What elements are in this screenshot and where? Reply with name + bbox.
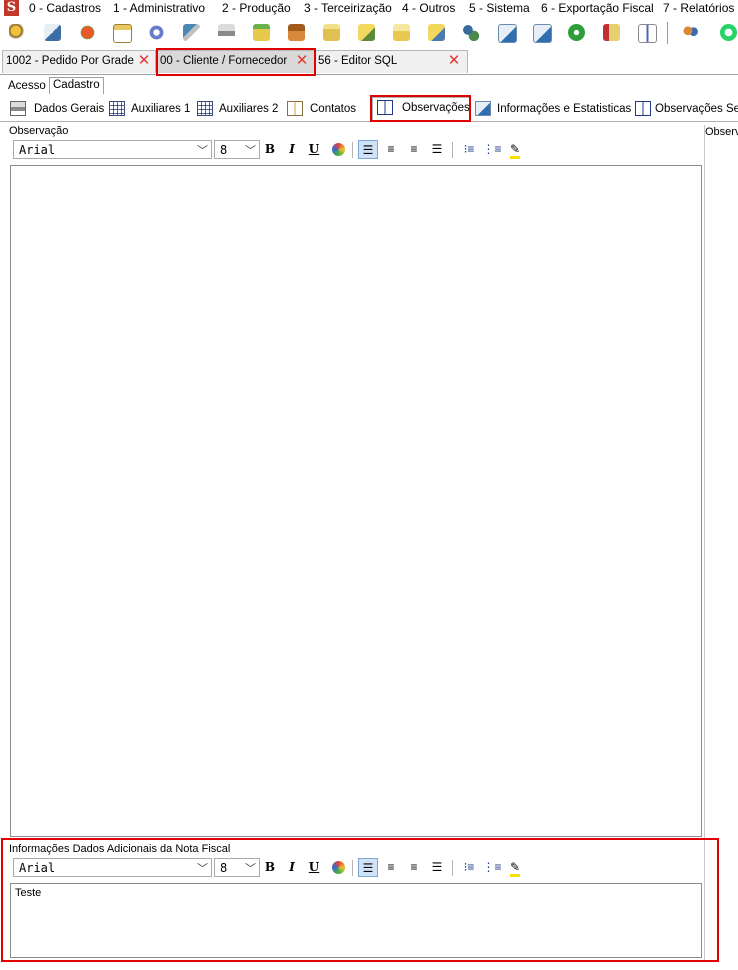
subtab-label: Auxiliares 1 xyxy=(131,103,191,115)
subtab-informacoes-estatisticas[interactable]: Informações e Estatisticas xyxy=(471,99,631,119)
highlight-box-nota-fiscal xyxy=(1,838,719,962)
search-icon[interactable] xyxy=(9,24,26,41)
book-open-icon xyxy=(287,101,303,116)
report-icon[interactable] xyxy=(603,24,620,41)
highlight-box-active-tab xyxy=(156,48,316,76)
subtab-observacoes-servico[interactable]: Observações Ser xyxy=(631,99,738,119)
book-icon xyxy=(635,101,651,116)
gear-icon[interactable] xyxy=(148,24,165,41)
subtab-dados-gerais[interactable]: Dados Gerais xyxy=(6,99,104,119)
sub-tabs: Dados Gerais Auxiliares 1 Auxiliares 2 C… xyxy=(0,97,738,122)
folder-edit-icon[interactable] xyxy=(358,24,375,41)
observacao-format-toolbar: Arial ﹀ 8 ﹀ B I U ☰ ≡ ≡ ☰ ⁝≡ ⋮≡ ✎ xyxy=(10,139,702,161)
font-size-value: 8 xyxy=(220,143,228,157)
box-icon[interactable] xyxy=(288,24,305,41)
subtab-label: Contatos xyxy=(310,103,357,115)
users-icon[interactable] xyxy=(462,24,479,41)
right-column-label: Observ xyxy=(705,126,738,138)
check-circle-icon[interactable] xyxy=(568,24,585,41)
grid-icon xyxy=(109,101,125,116)
subtab-label: Informações e Estatisticas xyxy=(497,103,632,115)
calendar-icon[interactable] xyxy=(113,24,132,43)
doc-tab-pedido-por-grade[interactable]: 1002 - Pedido Por Grade ✕ xyxy=(2,50,156,73)
chevron-down-icon: ﹀ xyxy=(245,145,256,157)
bullet-list-icon: ⁝≡ xyxy=(463,142,475,156)
bullet-list-button[interactable]: ⁝≡ xyxy=(459,140,479,159)
subtab-label: Auxiliares 2 xyxy=(219,103,279,115)
align-center-icon: ≡ xyxy=(387,142,395,156)
subtab-contatos[interactable]: Contatos xyxy=(283,99,367,119)
align-left-icon: ☰ xyxy=(362,143,374,157)
close-icon[interactable]: ✕ xyxy=(137,53,151,68)
menu-item-cadastros[interactable]: 0 - Cadastros xyxy=(29,1,101,15)
observacao-label: Observação xyxy=(9,125,69,137)
app-logo: S xyxy=(4,0,19,16)
tab-acesso[interactable]: Acesso xyxy=(8,80,46,92)
menu-item-administrativo[interactable]: 1 - Administrativo xyxy=(113,1,205,15)
menu-item-exportacao-fiscal[interactable]: 6 - Exportação Fiscal xyxy=(541,1,654,15)
font-color-button[interactable] xyxy=(328,140,348,159)
edit-icon[interactable] xyxy=(44,24,61,41)
document-edit-icon[interactable] xyxy=(498,24,517,43)
palette-icon xyxy=(331,143,345,156)
font-family-value: Arial xyxy=(19,143,56,157)
book-icon[interactable] xyxy=(638,24,657,43)
fruit-icon[interactable] xyxy=(79,24,96,41)
menu-item-relatorios[interactable]: 7 - Relatórios E xyxy=(663,1,738,15)
bold-button[interactable]: B xyxy=(260,140,280,159)
highlighter-icon: ✎ xyxy=(509,142,521,159)
doc-tab-label: 56 - Editor SQL xyxy=(318,55,398,67)
people-icon[interactable] xyxy=(682,24,699,41)
highlight-button[interactable]: ✎ xyxy=(505,140,525,159)
printer-icon xyxy=(10,101,26,116)
right-column-divider xyxy=(704,125,705,960)
document-tabs: 1002 - Pedido Por Grade ✕ 00 - Cliente /… xyxy=(0,50,738,75)
align-left-button[interactable]: ☰ xyxy=(358,140,378,159)
folder-open-icon[interactable] xyxy=(393,24,410,41)
numbered-list-button[interactable]: ⋮≡ xyxy=(482,140,502,159)
observacao-editor[interactable] xyxy=(10,165,702,837)
grid-icon xyxy=(197,101,213,116)
chevron-down-icon: ﹀ xyxy=(197,145,208,157)
toolbar-separator xyxy=(452,142,453,158)
font-size-select[interactable]: 8 ﹀ xyxy=(214,140,260,159)
font-family-select[interactable]: Arial ﹀ xyxy=(13,140,212,159)
doc-tab-editor-sql[interactable]: 56 - Editor SQL ✕ xyxy=(314,50,468,73)
numbered-list-icon: ⋮≡ xyxy=(482,142,502,156)
menu-item-producao[interactable]: 2 - Produção xyxy=(222,1,291,15)
subtab-label: Dados Gerais xyxy=(34,103,105,115)
align-justify-icon: ☰ xyxy=(431,142,443,156)
folder-note-icon[interactable] xyxy=(428,24,445,41)
menu-item-sistema[interactable]: 5 - Sistema xyxy=(469,1,530,15)
tab-cadastro[interactable]: Cadastro xyxy=(49,77,104,94)
document-check-icon[interactable] xyxy=(533,24,552,43)
subtab-auxiliares-2[interactable]: Auxiliares 2 xyxy=(193,99,281,119)
menu-bar: S 0 - Cadastros 1 - Administrativo 2 - P… xyxy=(0,0,738,16)
align-right-icon: ≡ xyxy=(410,142,418,156)
whatsapp-icon[interactable] xyxy=(720,24,737,41)
highlight-box-observacoes-tab xyxy=(370,95,471,122)
document-edit-icon xyxy=(475,101,491,116)
toolbar-separator xyxy=(352,142,353,158)
icon-toolbar xyxy=(0,20,738,46)
doc-tab-label: 1002 - Pedido Por Grade xyxy=(6,55,134,67)
folder-icon[interactable] xyxy=(323,24,340,41)
close-icon[interactable]: ✕ xyxy=(447,53,461,68)
italic-button[interactable]: I xyxy=(282,140,302,159)
menu-item-outros[interactable]: 4 - Outros xyxy=(402,1,455,15)
subtab-label: Observações Ser xyxy=(655,103,738,115)
align-center-button[interactable]: ≡ xyxy=(381,140,401,159)
align-justify-button[interactable]: ☰ xyxy=(427,140,447,159)
tools-icon[interactable] xyxy=(183,24,200,41)
printer-icon[interactable] xyxy=(218,24,235,41)
flask-icon[interactable] xyxy=(253,24,270,41)
align-right-button[interactable]: ≡ xyxy=(404,140,424,159)
toolbar-separator xyxy=(667,22,668,44)
underline-button[interactable]: U xyxy=(304,140,324,159)
menu-item-terceirizacao[interactable]: 3 - Terceirização xyxy=(304,1,392,15)
subtab-auxiliares-1[interactable]: Auxiliares 1 xyxy=(105,99,191,119)
